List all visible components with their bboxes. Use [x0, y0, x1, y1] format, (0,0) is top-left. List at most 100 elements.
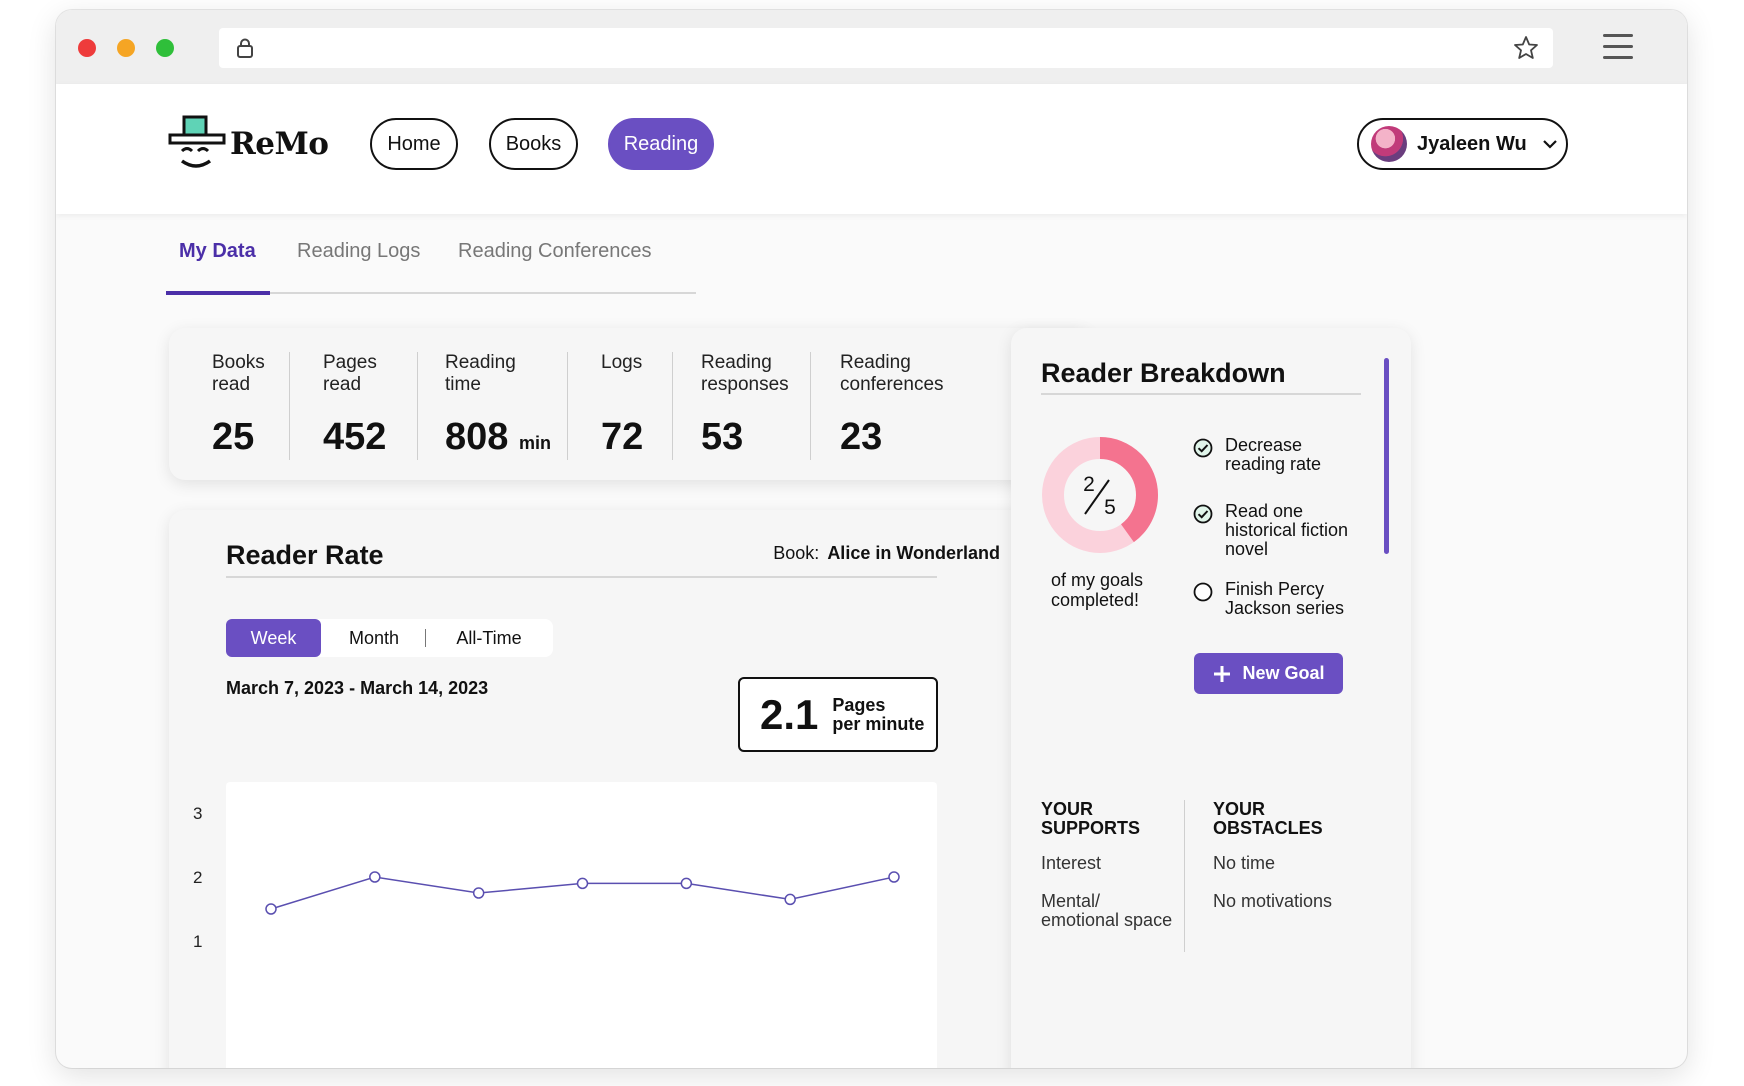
divider	[1041, 393, 1361, 395]
maximize-window-button[interactable]	[156, 39, 174, 57]
lock-icon	[237, 38, 253, 58]
reader-rate-title: Reader Rate	[226, 540, 384, 570]
obstacles-heading: YOUR OBSTACLES	[1213, 799, 1323, 838]
goal-text: Finish Percy Jackson series	[1225, 579, 1345, 618]
stats-card: Books read 25 Pages read 452 Reading tim…	[169, 328, 1092, 480]
tab-reading-conferences[interactable]: Reading Conferences	[458, 240, 651, 263]
divider	[226, 576, 937, 578]
ppm-label-line-1: Pages	[832, 694, 886, 715]
remo-logo[interactable]: ReMo	[168, 112, 329, 176]
nav-books-button[interactable]: Books	[489, 118, 578, 170]
goal-item[interactable]: Finish Percy Jackson series	[1193, 580, 1365, 618]
stat-reading-time: Reading time 808 min	[445, 352, 551, 462]
stat-logs: Logs 72	[601, 352, 711, 462]
browser-window: ReMo Home Books Reading Jyaleen Wu My Da…	[56, 10, 1687, 1068]
divider	[425, 629, 426, 647]
period-toggle: Week Month All-Time	[226, 619, 553, 657]
empty-circle-icon	[1193, 582, 1213, 602]
check-circle-icon	[1193, 504, 1213, 524]
book-select-label: Book:	[773, 543, 820, 563]
data-point[interactable]	[472, 887, 485, 899]
nav-home-button[interactable]: Home	[370, 118, 458, 170]
support-item: Mental/ emotional space	[1041, 891, 1173, 930]
period-all-time-button[interactable]: All-Time	[440, 619, 538, 657]
data-point[interactable]	[369, 871, 381, 883]
reader-rate-chart	[226, 782, 937, 1068]
book-select-dropdown[interactable]: Book: Alice in Wonderland	[773, 543, 1032, 564]
goal-item[interactable]: Read one historical fiction novel	[1193, 502, 1365, 559]
y-tick-label: 1	[193, 932, 203, 951]
tab-bar: My Data Reading Logs Reading Conferences	[166, 240, 696, 295]
chevron-down-icon	[1542, 140, 1557, 149]
support-item: Interest	[1041, 853, 1102, 873]
browser-toolbar	[56, 10, 1687, 84]
stat-value: 72	[601, 416, 644, 458]
ppm-label-line-2: per minute	[832, 713, 925, 734]
close-window-button[interactable]	[78, 39, 96, 57]
y-tick-label: 2	[193, 868, 203, 887]
pages-per-minute-label: Pages per minute	[832, 694, 925, 734]
stat-pages-read: Pages read 452	[323, 352, 387, 462]
data-point[interactable]	[576, 877, 589, 890]
goal-text: Decrease reading rate	[1225, 435, 1322, 474]
stat-label: Logs	[601, 352, 643, 373]
book-select-value: Alice in Wonderland	[827, 543, 1000, 563]
data-point[interactable]	[265, 903, 277, 915]
stat-value: 23	[840, 416, 883, 458]
goals-caption: of my goals completed!	[1051, 570, 1144, 610]
address-bar[interactable]	[219, 28, 1553, 68]
check-circle-icon	[1193, 438, 1213, 458]
divider	[1184, 800, 1185, 952]
stat-books-read: Books read 25	[212, 352, 272, 462]
stat-label: Reading responses	[701, 352, 789, 395]
app-header: ReMo Home Books Reading Jyaleen Wu	[56, 84, 1687, 214]
stat-number: 808	[445, 416, 509, 458]
reader-breakdown-card: Reader Breakdown 2 5 of my goals complet…	[1011, 328, 1411, 1068]
app-name: ReMo	[230, 126, 329, 162]
hamburger-menu-icon[interactable]	[1603, 34, 1637, 62]
user-name: Jyaleen Wu	[1417, 132, 1527, 155]
goals-done-number: 2	[1083, 473, 1095, 496]
period-month-button[interactable]: Month	[332, 619, 416, 657]
data-point[interactable]	[888, 871, 900, 883]
stat-value: 25	[212, 416, 255, 458]
date-range: March 7, 2023 - March 14, 2023	[226, 678, 489, 698]
stat-label: Books read	[212, 352, 265, 395]
user-menu-button[interactable]: Jyaleen Wu	[1357, 118, 1568, 170]
minimize-window-button[interactable]	[117, 39, 135, 57]
reader-rate-line-chart	[265, 871, 900, 915]
stat-reading-responses: Reading responses 53	[701, 352, 801, 462]
stat-label: Reading time	[445, 352, 516, 395]
nav-reading-button[interactable]: Reading	[608, 118, 714, 170]
y-tick-label: 3	[193, 804, 203, 823]
stat-value: 53	[701, 416, 744, 458]
active-tab-indicator	[166, 291, 270, 295]
remo-mascot-icon	[168, 115, 226, 168]
period-week-button[interactable]: Week	[226, 619, 321, 657]
new-goal-button[interactable]: New Goal	[1194, 653, 1343, 694]
goal-item[interactable]: Decrease reading rate	[1193, 436, 1365, 474]
supports-heading: YOUR SUPPORTS	[1041, 799, 1141, 838]
tab-reading-logs[interactable]: Reading Logs	[297, 240, 420, 263]
new-goal-label: New Goal	[1242, 663, 1325, 683]
bookmark-star-icon[interactable]	[1513, 35, 1539, 61]
pages-per-minute-box: 2.1 Pages per minute	[738, 677, 938, 752]
plus-icon	[1214, 665, 1231, 682]
reader-breakdown-title: Reader Breakdown	[1041, 358, 1286, 388]
obstacle-item: No time	[1213, 853, 1276, 873]
stat-reading-conferences: Reading conferences 23	[840, 352, 950, 462]
data-point[interactable]	[784, 893, 796, 906]
scrollbar[interactable]	[1384, 358, 1389, 554]
goals-progress-donut: 2 5	[1042, 437, 1158, 553]
goal-text: Read one historical fiction novel	[1225, 501, 1349, 559]
avatar	[1371, 126, 1407, 162]
stat-unit: min	[518, 433, 551, 453]
stat-label: Pages read	[323, 352, 377, 395]
tab-my-data[interactable]: My Data	[179, 240, 256, 263]
stat-value: 808 min	[445, 416, 551, 459]
stat-value: 452	[323, 416, 387, 458]
stat-label: Reading conferences	[840, 352, 944, 395]
data-point[interactable]	[680, 877, 693, 890]
goals-total-number: 5	[1104, 496, 1116, 519]
obstacle-item: No motivations	[1213, 891, 1333, 911]
